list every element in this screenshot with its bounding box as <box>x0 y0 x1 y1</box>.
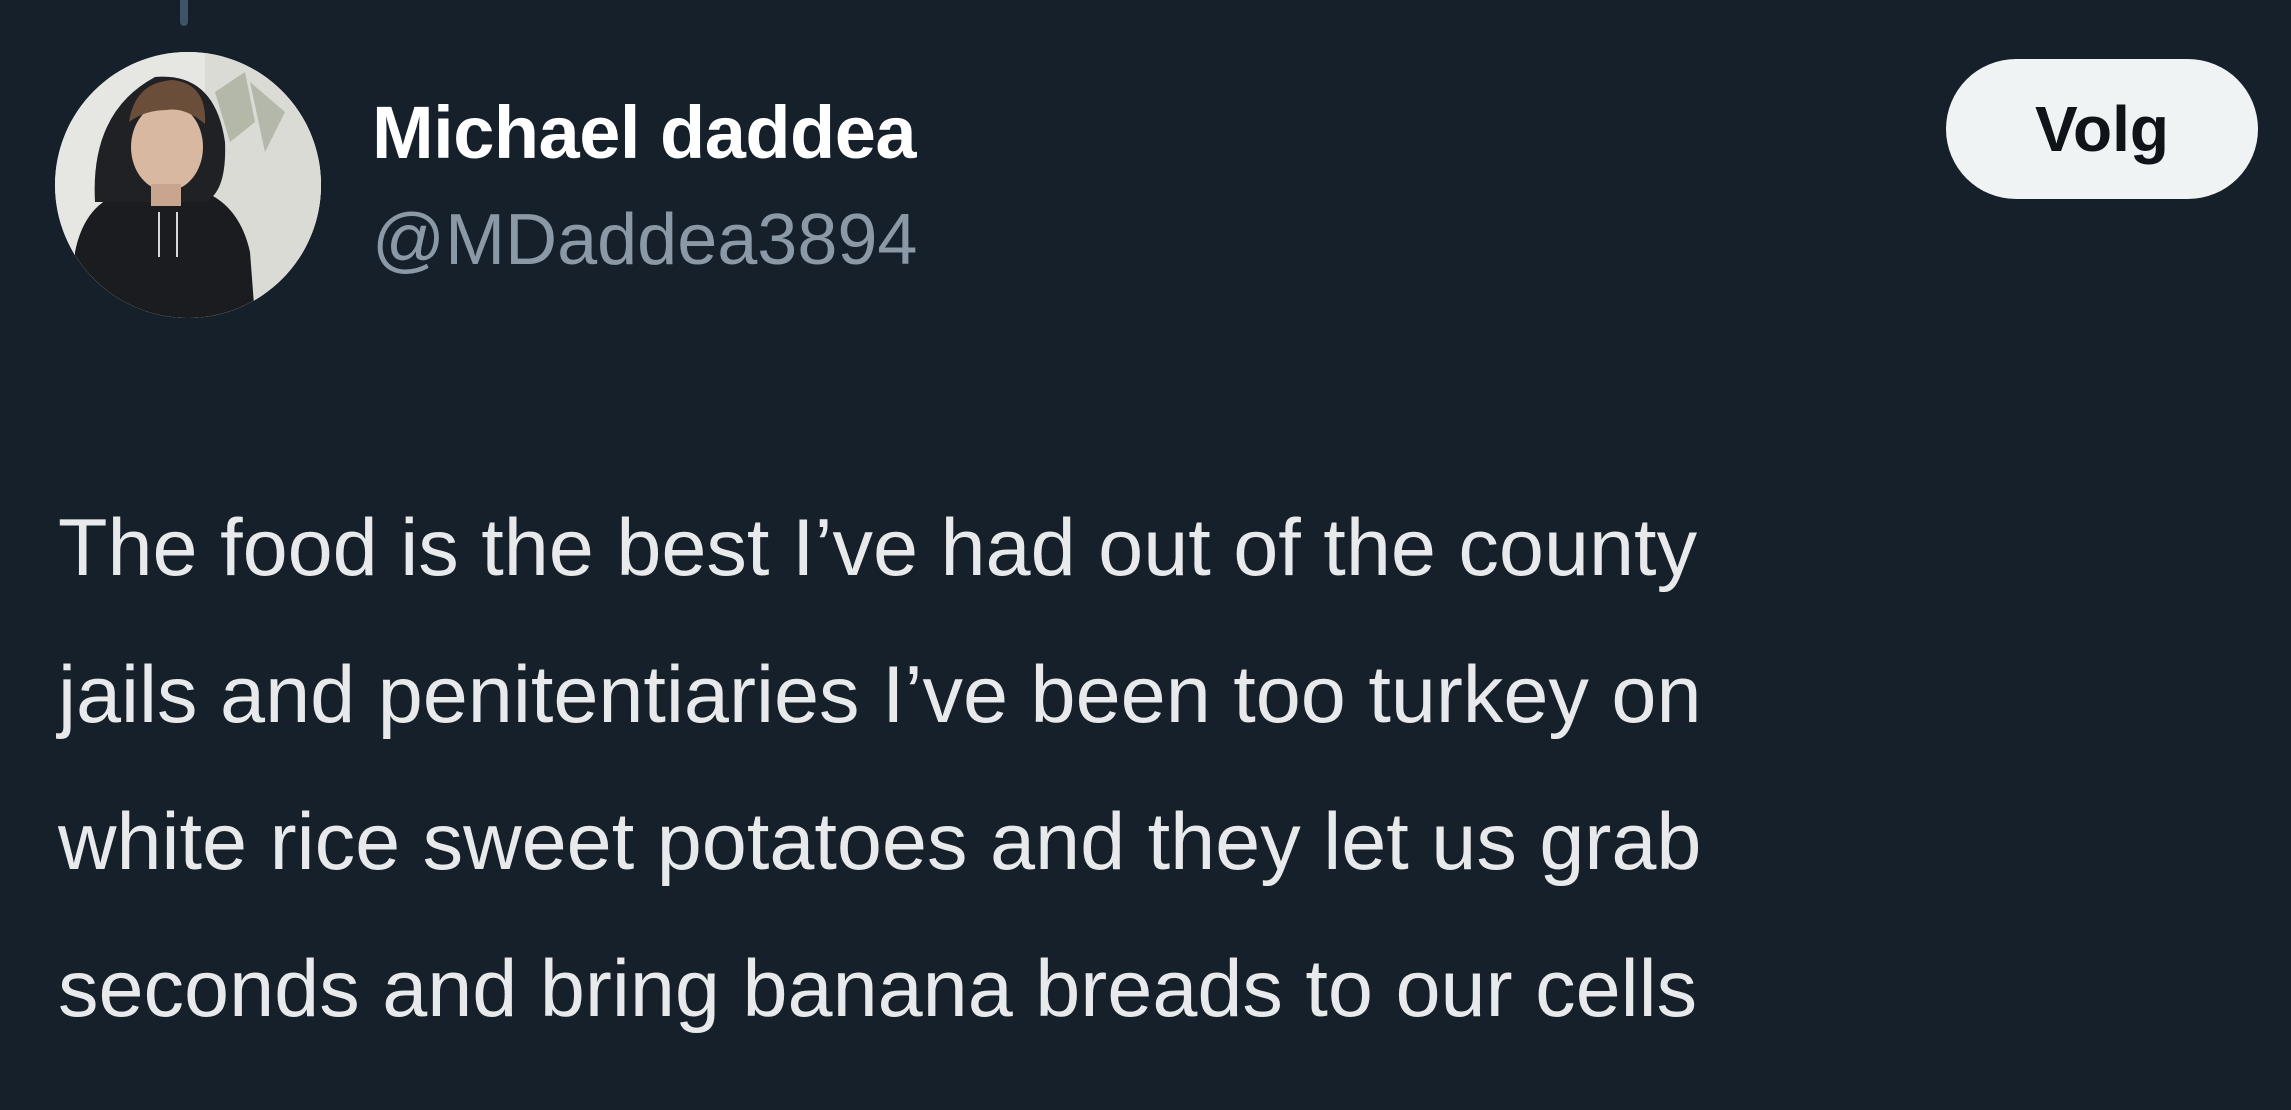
user-handle[interactable]: @MDaddea3894 <box>372 196 917 284</box>
tweet-line: The food is the best I’ve had out of the… <box>58 503 1698 593</box>
display-name[interactable]: Michael daddea <box>372 88 917 178</box>
avatar[interactable] <box>55 52 321 318</box>
profile-photo-icon <box>55 52 321 318</box>
tweet-line: white rice sweet potatoes and they let u… <box>58 797 1702 887</box>
tweet-line: seconds and bring banana breads to our c… <box>58 944 1698 1034</box>
tweet-line: jails and penitentiaries I’ve been too t… <box>58 650 1702 740</box>
follow-button[interactable]: Volg <box>1946 59 2258 199</box>
thread-connector-line <box>180 0 188 26</box>
tweet-text: The food is the best I’ve had out of the… <box>58 475 2258 1063</box>
